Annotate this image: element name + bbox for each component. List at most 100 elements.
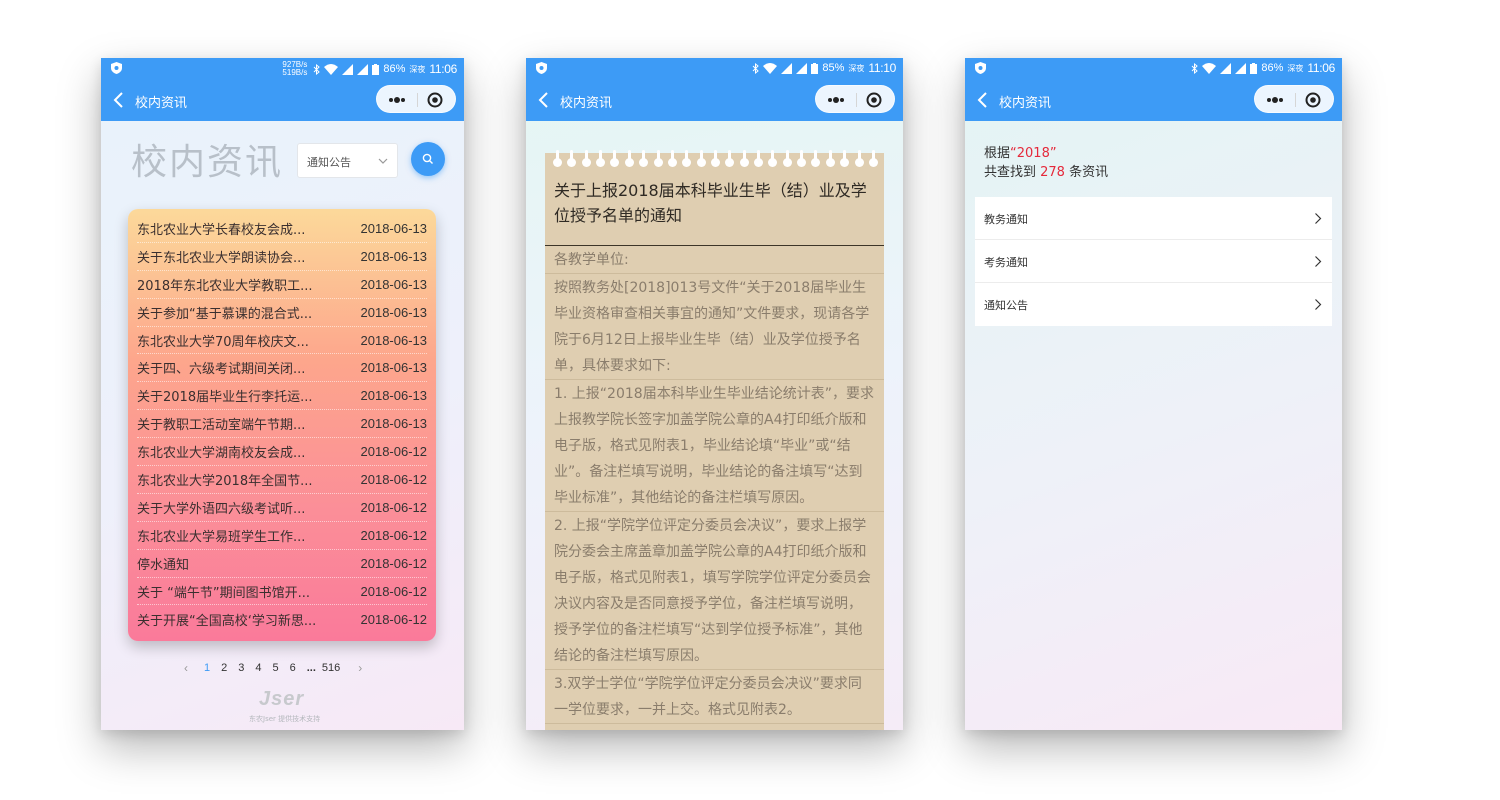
news-date: 2018-06-13 [360,304,428,320]
news-title: 东北农业大学2018年全国节... [137,473,313,489]
notepad-ring [581,150,591,167]
pagination-prev[interactable]: ‹ [184,661,188,675]
more-icon[interactable] [1264,92,1286,108]
notepad-ring [553,150,562,167]
news-item[interactable]: 关于2018届毕业生行李托运... 2018-06-13 [137,382,427,411]
back-arrow-icon[interactable] [538,92,552,108]
category-item[interactable]: 教务通知 [975,197,1332,240]
news-list: 东北农业大学长春校友会成... 2018-06-13 关于东北农业大学朗读协会...… [128,209,436,641]
page-link[interactable]: 2 [221,662,227,674]
count-prefix: 共查找到 [984,165,1041,180]
count-suffix: 条资讯 [1064,165,1109,180]
signal-icon [781,62,793,74]
news-item[interactable]: 关于四、六级考试期间关闭... 2018-06-13 [137,354,427,383]
more-icon[interactable] [386,92,408,108]
search-query-line: 根据“2018” [984,142,1057,161]
notepad-ring [624,150,634,167]
jser-logo: Jser [259,688,305,710]
page-link[interactable]: 6 [290,662,296,674]
mini-program-capsule [1254,85,1334,113]
news-item[interactable]: 关于东北农业大学朗读协会... 2018-06-13 [137,243,427,271]
page-link[interactable]: 4 [255,662,261,674]
pagination-next[interactable]: › [358,661,362,675]
news-date: 2018-06-13 [360,220,428,236]
search-button[interactable] [411,142,445,176]
notepad-ring [840,150,850,167]
category-list: 教务通知 考务通知 通知公告 [975,197,1332,326]
chevron-right-icon [1315,256,1322,267]
news-title: 东北农业大学易班学生工作... [137,529,306,545]
category-item[interactable]: 考务通知 [975,240,1332,283]
news-item[interactable]: 2018年东北农业大学教职工... 2018-06-13 [137,271,427,299]
news-item[interactable]: 关于大学外语四六级考试听... 2018-06-12 [137,494,427,522]
back-arrow-icon[interactable] [977,92,991,108]
news-item[interactable]: 东北农业大学2018年全国节... 2018-06-12 [137,466,427,494]
shield-icon [536,62,547,74]
news-item[interactable]: 东北农业大学70周年校庆文... 2018-06-13 [137,327,427,355]
news-item[interactable]: 关于 “端午节”期间图书馆开... 2018-06-12 [137,578,427,606]
notepad-ring [596,150,606,167]
news-title: 东北农业大学长春校友会成... [137,222,306,238]
notepad-ring [868,150,878,167]
page-link[interactable]: 1 [204,662,210,674]
news-date: 2018-06-12 [360,444,428,460]
close-circle-icon[interactable] [866,92,882,108]
category-select[interactable]: 通知公告 [297,143,398,178]
footer-credit: 东农Jser 提供技术支持 [249,715,321,723]
page-link[interactable]: 3 [238,662,244,674]
notepad-ring [725,150,735,167]
close-circle-icon[interactable] [427,92,443,108]
notepad-ring [710,150,720,167]
category-item[interactable]: 通知公告 [975,283,1332,326]
category-select-value: 通知公告 [307,156,351,169]
page-link[interactable]: 5 [273,662,279,674]
time-period: 深夜 [409,64,426,74]
news-item[interactable]: 关于开展“全国高校‘学习新思... 2018-06-12 [137,605,427,633]
battery-icon [811,62,819,74]
notepad-ring [782,150,792,167]
capsule-divider [1295,93,1296,107]
news-item[interactable]: 东北农业大学湖南校友会成... 2018-06-12 [137,438,428,467]
nav-bar: 校内资讯 [965,79,1342,121]
close-circle-icon[interactable] [1305,92,1321,108]
notepad-card: 关于上报2018届本科毕业生毕（结）业及学位授予名单的通知 各教学单位: 按照教务… [545,150,884,730]
signal-icon [342,63,354,75]
nav-bar: 校内资讯 [526,79,903,121]
news-date: 2018-06-12 [360,527,428,543]
news-title: 关于四、六级考试期间关闭... [137,362,306,378]
notepad-ring [639,150,649,167]
battery-level: 86% [1261,62,1284,74]
phone-news-list: 927B/s 519B/s 86% 深夜 11:06 校内资讯 校内资讯 通知公… [101,58,464,730]
clock: 11:06 [429,62,457,76]
article-paragraph: 1. 上报“2018届本科毕业生毕业结论统计表”，要求上报教学院长签字加盖学院公… [545,380,884,512]
query-keyword: “2018” [1010,146,1057,161]
phone-article-detail: 85% 深夜 11:10 校内资讯 关于上报2018届本科毕业生毕（结）业及学位… [526,58,903,730]
notepad-ring [567,150,577,167]
notepad-ring [854,150,864,167]
nav-title: 校内资讯 [999,96,1052,111]
wifi-icon [1202,62,1217,74]
category-label: 通知公告 [984,299,1028,312]
news-title: 关于2018届毕业生行李托运... [137,390,313,406]
shield-icon [975,62,986,74]
notepad-ring [754,150,764,167]
news-item[interactable]: 关于教职工活动室端午节期... 2018-06-13 [137,410,427,439]
page-link-last[interactable]: 516 [322,662,340,674]
more-icon[interactable] [825,92,847,108]
news-item[interactable]: 东北农业大学易班学生工作... 2018-06-12 [137,522,427,550]
news-title: 关于参加“基于慕课的混合式... [137,306,313,322]
news-item[interactable]: 东北农业大学长春校友会成... 2018-06-13 [137,215,427,243]
wifi-icon [324,63,339,75]
back-arrow-icon[interactable] [113,92,127,108]
article-paragraph: 各教学单位: [545,246,884,274]
search-icon [422,153,433,164]
category-label: 考务通知 [984,256,1028,269]
status-bar: 927B/s 519B/s 86% 深夜 11:06 [101,58,464,79]
news-item[interactable]: 停水通知 2018-06-12 [137,550,427,578]
notepad-rings [553,150,878,167]
news-item[interactable]: 关于参加“基于慕课的混合式... 2018-06-13 [137,299,427,327]
page-title: 校内资讯 [131,142,284,183]
signal-icon [1220,62,1232,74]
news-date: 2018-06-12 [360,499,428,515]
bluetooth-icon [752,62,760,74]
